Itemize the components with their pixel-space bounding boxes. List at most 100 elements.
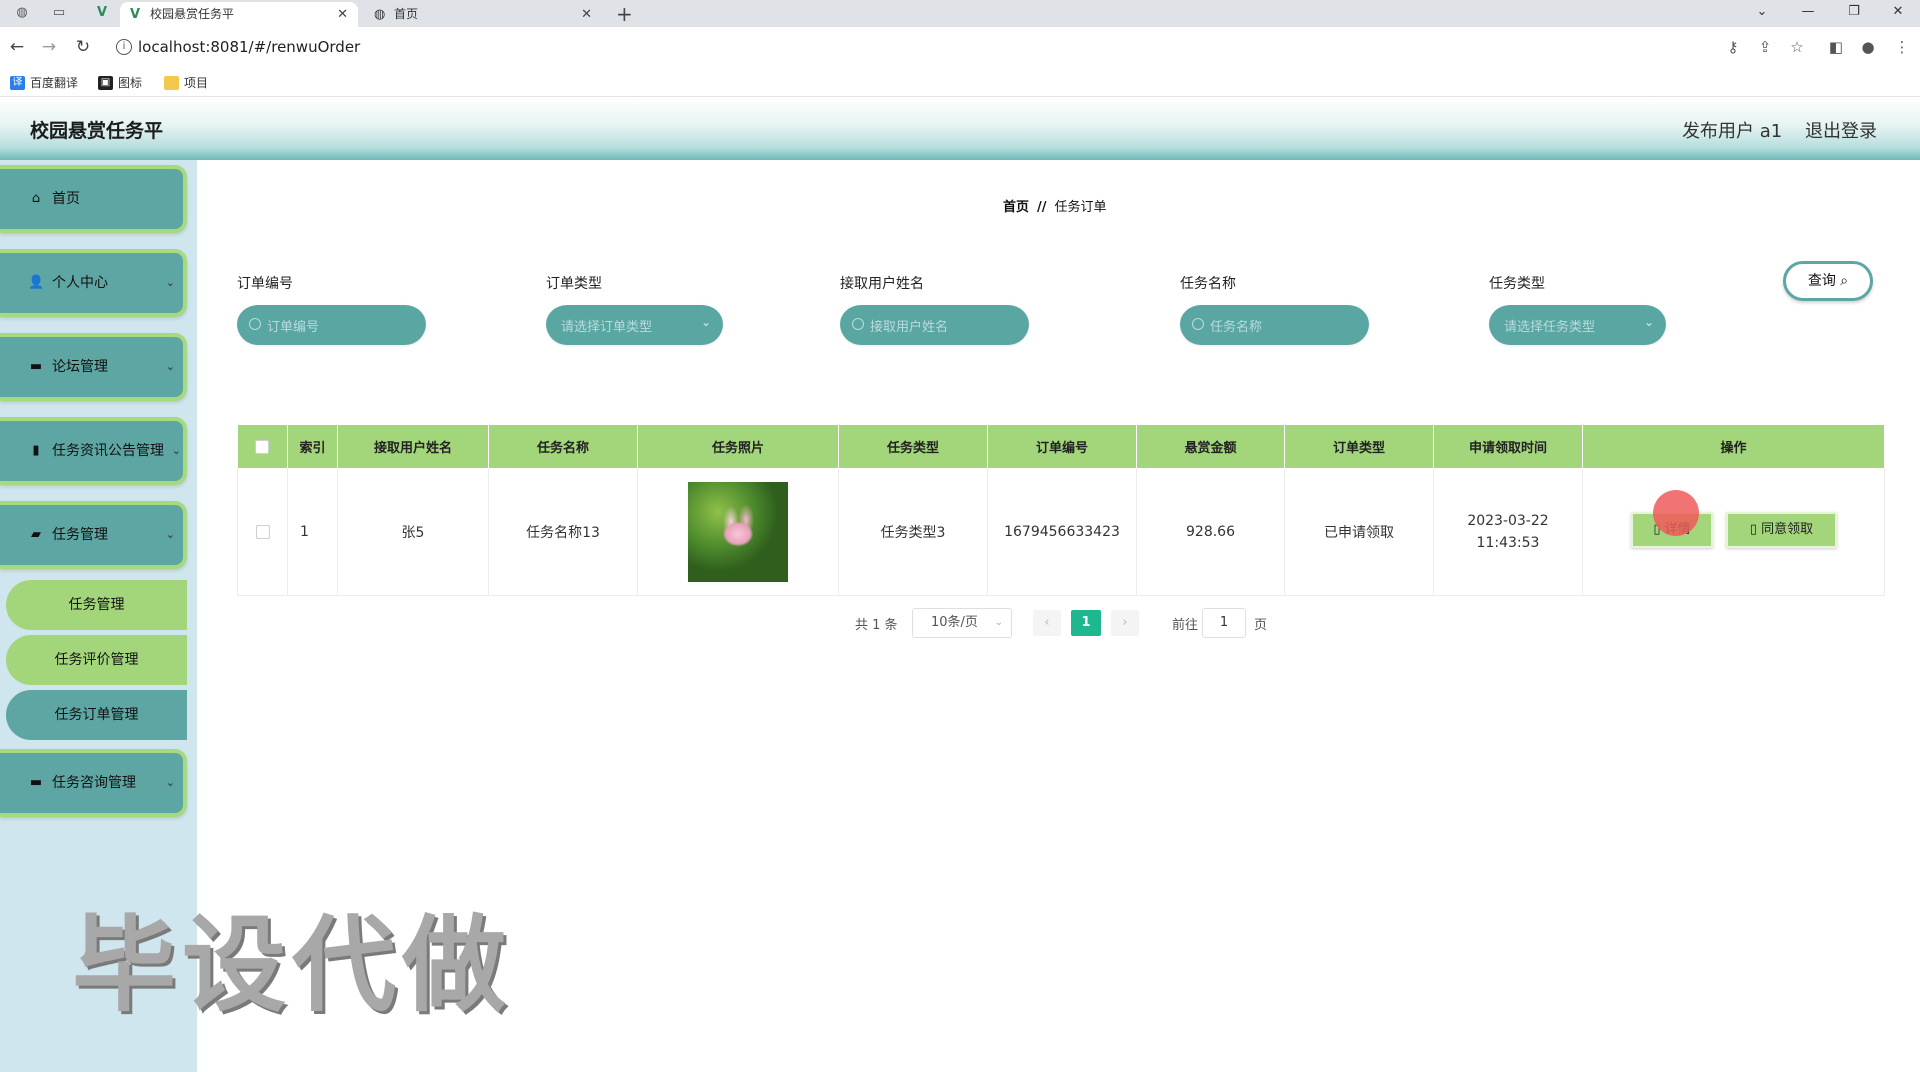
star-icon[interactable]: ☆	[1787, 37, 1807, 57]
home-icon: ⌂	[31, 191, 41, 206]
vue-icon[interactable]: V	[93, 4, 111, 22]
globe-icon[interactable]: ◍	[13, 4, 31, 22]
back-icon[interactable]: ←	[6, 36, 28, 58]
cell-actions: ▯ 详情 ▯ 同意领取	[1582, 468, 1885, 596]
page-size-select[interactable]: 10条/页 ⌄	[912, 608, 1012, 638]
pagination: 共 1 条 10条/页 ⌄ ‹ 1 › 前往 1 页	[197, 608, 1920, 638]
forward-icon[interactable]: →	[38, 36, 60, 58]
column-header: 接取用户姓名	[337, 425, 489, 468]
minimize-icon[interactable]: —	[1786, 0, 1830, 27]
column-header: 任务类型	[838, 425, 988, 468]
column-header: 任务名称	[488, 425, 638, 468]
url-field[interactable]: i localhost:8081/#/renwuOrder	[108, 33, 1808, 63]
globe-icon: ◍	[374, 7, 386, 22]
column-header: 悬赏金额	[1136, 425, 1285, 468]
search-icon	[852, 318, 864, 330]
new-tab-icon[interactable]: +	[616, 2, 633, 26]
app-header: 校园悬赏任务平 发布用户 a1 退出登录	[0, 98, 1920, 160]
vue-favicon-icon: V	[130, 7, 141, 22]
share-icon[interactable]: ⇪	[1755, 37, 1775, 57]
pagination-total: 共 1 条	[855, 618, 898, 633]
filter-label-order-type: 订单类型	[546, 276, 602, 292]
window-close-icon[interactable]: ✕	[1876, 0, 1920, 27]
chat-icon: ▬	[29, 775, 43, 790]
sidebar-item-home[interactable]: ⌂ 首页	[0, 165, 187, 233]
breadcrumb-separator: //	[1037, 200, 1047, 215]
bookmarks-bar: 译 百度翻译 ▣ 图标 项目	[0, 69, 1920, 97]
column-header: 任务照片	[637, 425, 839, 468]
sidebar-subitem-task-manage[interactable]: 任务管理	[6, 580, 187, 630]
table-row: 1 张5 任务名称13 任务类型3 1679456633423 928.66 已…	[237, 468, 1885, 596]
cell-photo	[637, 468, 839, 596]
current-user: 发布用户 a1	[1682, 121, 1783, 142]
task-type-select[interactable]: 请选择任务类型 ⌄	[1489, 303, 1666, 345]
cell-task-name: 任务名称13	[488, 468, 638, 596]
bookmark-project[interactable]: 项目	[164, 74, 208, 92]
info-icon[interactable]: i	[116, 39, 132, 55]
prev-page-button[interactable]: ‹	[1033, 610, 1061, 636]
row-select-cell	[237, 468, 288, 596]
book-icon: ▯	[1749, 522, 1757, 537]
sidepanel-icon[interactable]: ◧	[1826, 37, 1846, 57]
reload-icon[interactable]: ↻	[72, 36, 94, 58]
tab-home[interactable]: ◍ 首页 ✕	[364, 2, 602, 27]
blank-tab-icon[interactable]: ▭	[50, 4, 68, 22]
chevron-down-icon: ⌄	[165, 776, 175, 789]
agree-button[interactable]: ▯ 同意领取	[1726, 512, 1837, 548]
tab-active[interactable]: V 校园悬赏任务平 ✕	[120, 2, 358, 27]
app-title: 校园悬赏任务平	[30, 120, 164, 142]
logout-link[interactable]: 退出登录	[1805, 117, 1877, 143]
order-type-select[interactable]: 请选择订单类型 ⌄	[546, 303, 723, 345]
task-photo[interactable]	[688, 481, 788, 582]
next-page-button[interactable]: ›	[1111, 610, 1139, 636]
sidebar-subitem-task-review[interactable]: 任务评价管理	[6, 635, 187, 685]
goto-label: 前往	[1172, 618, 1199, 633]
search-icon	[1192, 318, 1204, 330]
search-icon: ⌕	[1840, 273, 1849, 289]
restore-icon[interactable]: ❐	[1832, 0, 1876, 27]
more-icon[interactable]: ⋮	[1892, 37, 1912, 57]
query-button[interactable]: 查询 ⌕	[1783, 261, 1873, 301]
chevron-down-icon: ⌄	[165, 360, 175, 373]
filter-label-order-no: 订单编号	[237, 276, 293, 292]
sidebar-item-consult[interactable]: ▬ 任务咨询管理 ⌄	[0, 749, 187, 817]
column-header: 索引	[287, 425, 338, 468]
user-name-input[interactable]: 接取用户姓名	[840, 303, 1029, 345]
select-all-cell	[237, 425, 288, 468]
table-header-row: 索引 接取用户姓名 任务名称 任务照片 任务类型 订单编号 悬赏金额 订单类型 …	[237, 425, 1885, 468]
column-header: 操作	[1582, 425, 1885, 468]
sidebar-item-news[interactable]: ▮ 任务资讯公告管理 ⌄	[0, 417, 187, 485]
goto-page-input[interactable]: 1	[1202, 608, 1246, 638]
close-icon[interactable]: ✕	[337, 2, 348, 27]
chevron-down-icon: ⌄	[700, 315, 711, 329]
address-bar: ← → ↻ i localhost:8081/#/renwuOrder ⚷ ⇪ …	[0, 27, 1920, 69]
bookmark-icons[interactable]: ▣ 图标	[98, 74, 142, 92]
actions-wrap: ▯ 详情 ▯ 同意领取	[1583, 468, 1884, 595]
key-icon[interactable]: ⚷	[1723, 37, 1743, 57]
search-icon	[249, 318, 261, 330]
profile-icon[interactable]: ●	[1858, 37, 1878, 57]
image-icon: ▣	[98, 76, 113, 90]
sidebar-subitem-task-orders[interactable]: 任务订单管理	[6, 690, 187, 740]
cell-task-type: 任务类型3	[838, 468, 988, 596]
orders-table: 索引 接取用户姓名 任务名称 任务照片 任务类型 订单编号 悬赏金额 订单类型 …	[237, 425, 1885, 596]
bookmark-translate[interactable]: 译 百度翻译	[10, 74, 78, 92]
close-icon[interactable]: ✕	[581, 2, 592, 27]
order-no-input[interactable]: 订单编号	[237, 303, 426, 345]
url-text: localhost:8081/#/renwuOrder	[138, 38, 361, 56]
current-page[interactable]: 1	[1071, 610, 1101, 636]
filter-label-task-type: 任务类型	[1489, 276, 1545, 292]
sidebar-item-personal[interactable]: 👤 个人中心 ⌄	[0, 249, 187, 317]
cell-order-no: 1679456633423	[987, 468, 1137, 596]
task-name-input[interactable]: 任务名称	[1180, 303, 1369, 345]
row-checkbox[interactable]	[255, 524, 270, 539]
column-header: 订单类型	[1284, 425, 1434, 468]
sidebar-item-tasks[interactable]: ▰ 任务管理 ⌄	[0, 501, 187, 569]
cell-amount: 928.66	[1136, 468, 1285, 596]
user-icon: 👤	[28, 275, 45, 290]
breadcrumb-home[interactable]: 首页	[1003, 200, 1029, 215]
watermark: 毕设代做	[72, 904, 513, 1026]
chevron-down-icon[interactable]: ⌄	[1740, 0, 1784, 27]
sidebar-item-forum[interactable]: ▬ 论坛管理 ⌄	[0, 333, 187, 401]
select-all-checkbox[interactable]	[255, 439, 270, 454]
